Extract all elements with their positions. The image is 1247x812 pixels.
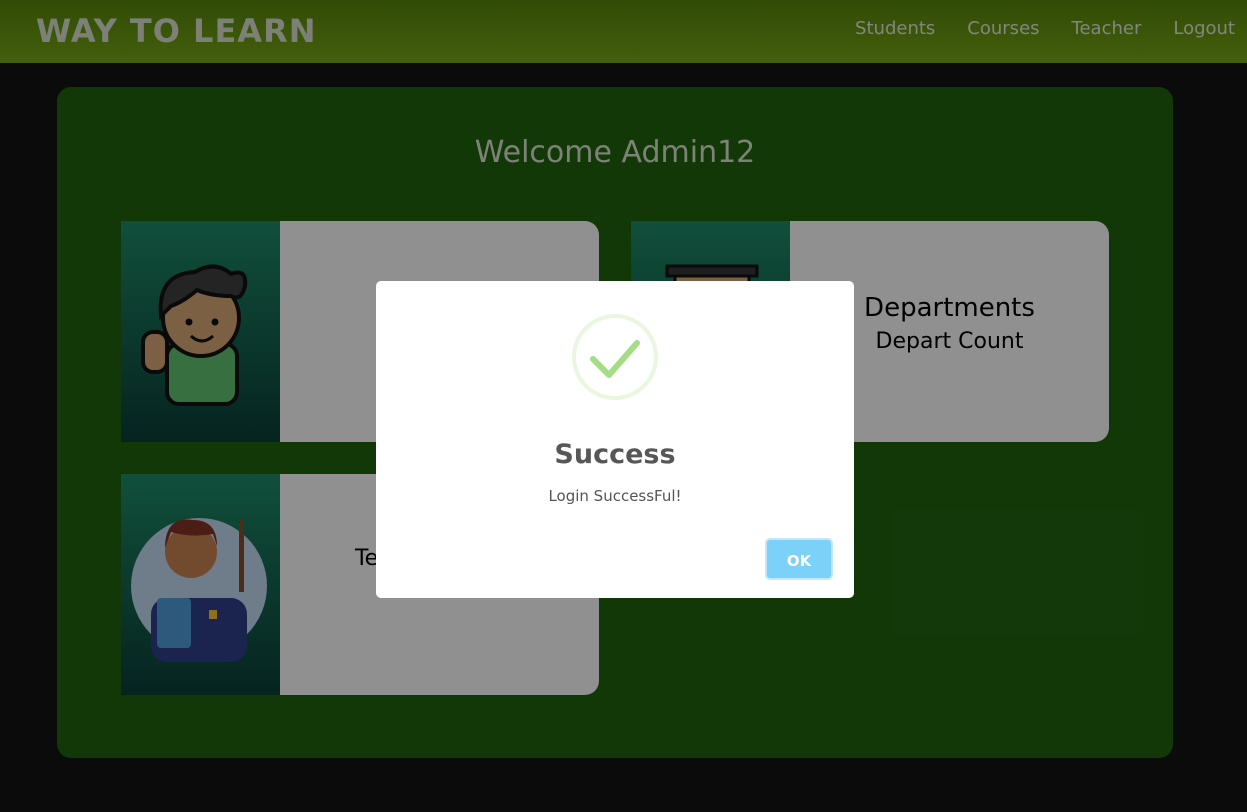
dialog-title: Success bbox=[554, 439, 676, 470]
success-dialog: Success Login SuccessFul! OK bbox=[376, 281, 854, 598]
success-check-icon bbox=[572, 314, 658, 400]
ok-button[interactable]: OK bbox=[765, 538, 833, 580]
dialog-message: Login SuccessFul! bbox=[548, 487, 682, 505]
